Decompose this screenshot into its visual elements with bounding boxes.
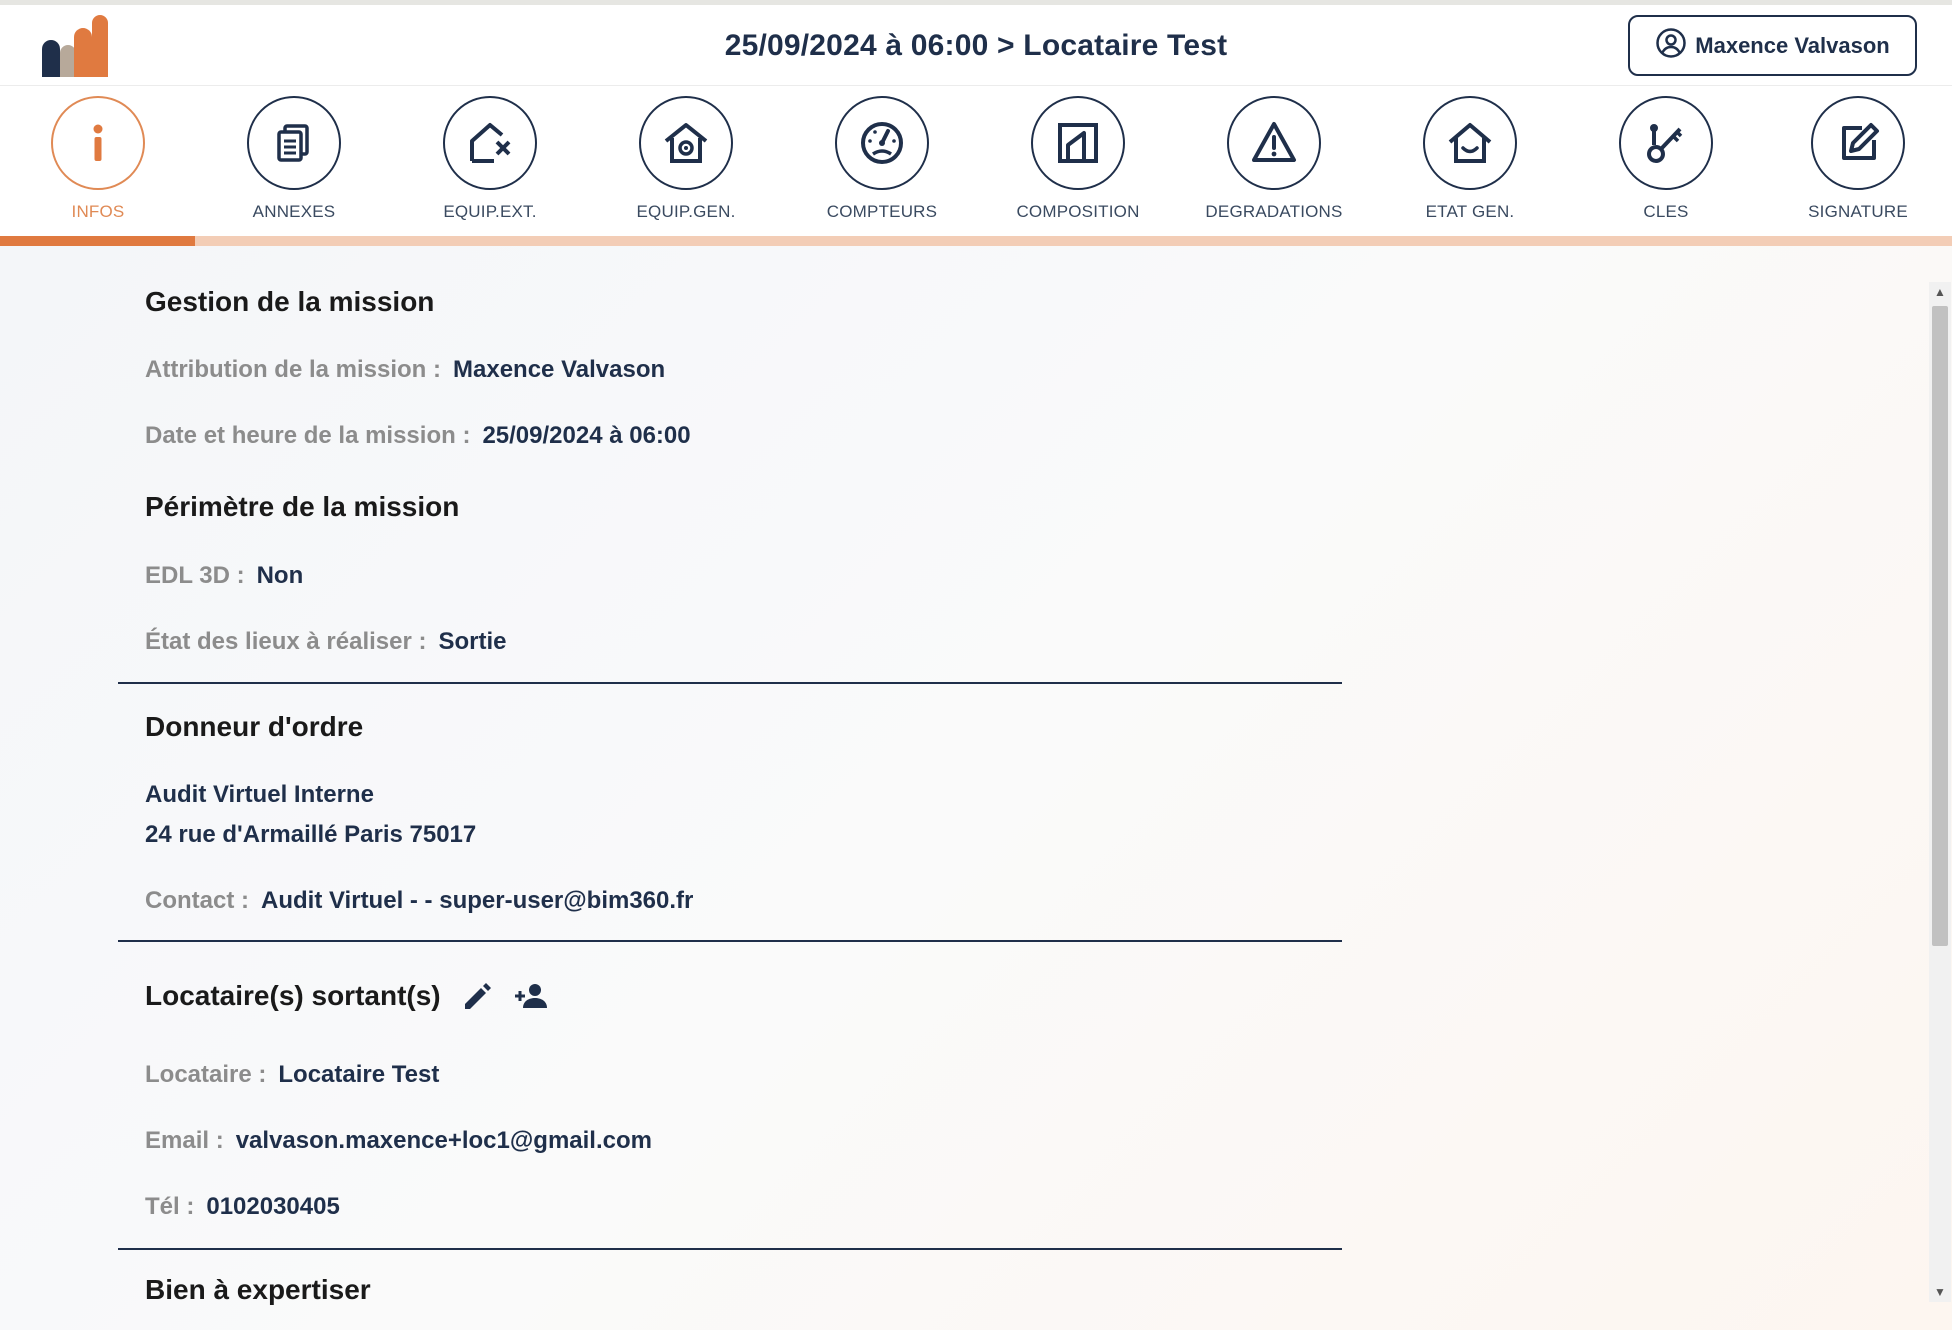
field-label: Contact : [145,887,249,914]
tab-compteurs[interactable]: COMPTEURS [784,96,980,232]
tab-label: ETAT GEN. [1425,202,1515,221]
section-divider [118,940,1342,942]
section-title-scope: Périmètre de la mission [145,491,460,522]
tab-cles[interactable]: CLES [1568,96,1764,232]
field-value: valvason.maxence+loc1@gmail.com [235,1127,652,1154]
scroll-down-arrow[interactable]: ▼ [1929,1282,1951,1302]
tab-infos[interactable]: INFOS [0,96,196,232]
tab-label: COMPOSITION [1016,202,1140,221]
add-person-icon [514,984,547,1008]
field-label: Date et heure de la mission : [145,422,471,449]
house-smile-icon [1448,123,1492,163]
tab-label: COMPTEURS [826,202,938,221]
edl3d-row: EDL 3D : Non [145,562,303,590]
vertical-scrollbar[interactable]: ▲ ▼ [1929,282,1951,1302]
mission-assignment-row: Attribution de la mission : Maxence Valv… [145,356,665,384]
gauge-icon [861,122,903,164]
mission-details-panel: Gestion de la mission Attribution de la … [118,246,1342,1330]
step-progress-bar [0,236,1952,246]
section-divider [118,682,1342,684]
field-label: Email : [145,1127,224,1154]
warning-icon [1252,122,1296,162]
tab-equip-gen[interactable]: EQUIP.GEN. [588,96,784,232]
floorplan-icon [1058,123,1098,163]
tab-annexes[interactable]: ANNEXES [196,96,392,232]
app-header: 25/09/2024 à 06:00 > Locataire Test Maxe… [0,5,1952,86]
tab-label: INFOS [71,202,125,221]
tenant-email-row: Email : valvason.maxence+loc1@gmail.com [145,1127,652,1155]
tenant-name-row: Locataire : Locataire Test [145,1061,439,1089]
field-value: 25/09/2024 à 06:00 [482,422,691,449]
section-title-property: Bien à expertiser [145,1274,371,1305]
tab-composition[interactable]: COMPOSITION [980,96,1176,232]
main-content: Gestion de la mission Attribution de la … [0,246,1952,1330]
field-value: Sortie [438,628,507,655]
field-value: Non [256,562,304,589]
house-gear-icon [664,123,708,163]
field-value: Audit Virtuel - - super-user@bim360.fr [261,887,694,914]
tab-label: ANNEXES [252,202,336,221]
tab-signature[interactable]: SIGNATURE [1760,96,1952,232]
tab-label: DEGRADATIONS [1205,202,1343,221]
section-title-tenants: Locataire(s) sortant(s) [145,978,549,1014]
field-label: EDL 3D : [145,562,245,589]
field-value: Maxence Valvason [453,356,666,383]
tab-label: EQUIP.EXT. [443,202,537,221]
tenant-phone-row: Tél : 0102030405 [145,1193,340,1221]
section-title-client: Donneur d'ordre [145,711,364,742]
step-navigation: INFOS ANNEXES EQUIP.EXT. EQUIP.GEN. COMP… [0,86,1952,246]
field-value: Locataire Test [278,1061,440,1088]
tab-equip-ext[interactable]: EQUIP.EXT. [392,96,588,232]
field-label: Locataire : [145,1061,267,1088]
client-name: Audit Virtuel Interne [145,781,374,808]
edit-tenant-button[interactable] [459,978,495,1014]
keys-icon [1647,124,1683,163]
user-circle-icon [1655,27,1687,65]
tab-label: SIGNATURE [1808,202,1908,221]
tab-label: EQUIP.GEN. [636,202,736,221]
scroll-up-arrow[interactable]: ▲ [1929,282,1951,302]
mission-datetime-row: Date et heure de la mission : 25/09/2024… [145,422,691,450]
field-label: État des lieux à réaliser : [145,628,427,655]
client-contact-row: Contact : Audit Virtuel - - super-user@b… [145,887,693,915]
tab-label: CLES [1643,202,1689,221]
section-title-mission: Gestion de la mission [145,286,435,317]
field-label: Attribution de la mission : [145,356,442,383]
info-icon [93,124,103,161]
step-progress-fill [0,236,196,246]
field-label: Tél : [145,1193,195,1220]
user-account-button[interactable]: Maxence Valvason [1628,15,1917,76]
field-value: 0102030405 [206,1193,340,1220]
add-tenant-button[interactable] [513,978,549,1014]
user-name: Maxence Valvason [1695,32,1890,58]
tab-degradations[interactable]: DEGRADATIONS [1176,96,1372,232]
documents-icon [277,124,309,162]
scrollbar-thumb[interactable] [1932,306,1948,946]
edit-icon [1842,123,1879,160]
section-divider [118,1248,1342,1250]
pencil-icon [464,983,491,1009]
client-address: 24 rue d'Armaillé Paris 75017 [145,821,477,848]
tab-etat-gen[interactable]: ETAT GEN. [1372,96,1568,232]
house-x-icon [470,123,511,163]
inspection-type-row: État des lieux à réaliser : Sortie [145,628,507,656]
